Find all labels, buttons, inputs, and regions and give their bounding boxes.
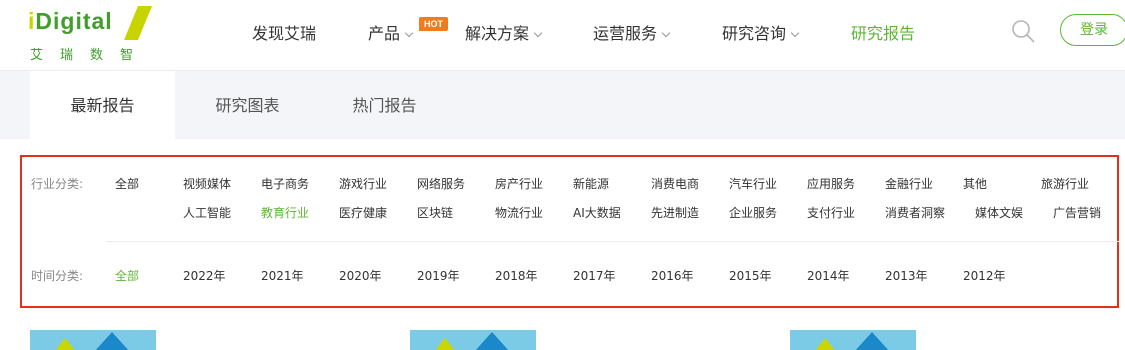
chevron-down-icon xyxy=(790,28,800,38)
chevron-down-icon xyxy=(404,28,414,38)
nav-operations[interactable]: 运营服务 xyxy=(593,20,671,44)
time-option[interactable]: 2022年 xyxy=(183,267,226,284)
tab-research-charts[interactable]: 研究图表 xyxy=(175,71,320,140)
time-option[interactable]: 2014年 xyxy=(807,267,850,284)
time-filter-label: 时间分类: xyxy=(31,269,84,283)
tab-hot-reports[interactable]: 热门报告 xyxy=(312,71,457,140)
chevron-down-icon xyxy=(533,28,543,38)
industry-option[interactable]: 消费者洞察 xyxy=(885,204,945,221)
industry-option[interactable]: 新能源 xyxy=(573,175,609,192)
industry-option[interactable]: 先进制造 xyxy=(651,204,699,221)
logo-chinese: 艾瑞数智 xyxy=(30,48,151,63)
nav-solutions[interactable]: 解决方案 xyxy=(465,20,543,44)
time-option[interactable]: 2016年 xyxy=(651,267,694,284)
industry-option[interactable]: 其他 xyxy=(963,175,987,192)
industry-option[interactable]: 全部 xyxy=(115,175,139,192)
industry-option[interactable]: 支付行业 xyxy=(807,204,855,221)
industry-option[interactable]: 金融行业 xyxy=(885,175,933,192)
hot-badge: HOT xyxy=(419,17,448,31)
industry-option[interactable]: 旅游行业 xyxy=(1041,175,1089,192)
industry-option[interactable]: 人工智能 xyxy=(183,204,231,221)
industry-option[interactable]: 汽车行业 xyxy=(729,175,777,192)
industry-filter-label: 行业分类: xyxy=(31,177,84,191)
time-option[interactable]: 2021年 xyxy=(261,267,304,284)
industry-option[interactable]: 消费电商 xyxy=(651,175,699,192)
time-option[interactable]: 2013年 xyxy=(885,267,928,284)
industry-option[interactable]: 网络服务 xyxy=(417,175,465,192)
filter-divider xyxy=(106,241,1119,242)
search-icon[interactable] xyxy=(1010,18,1036,44)
industry-option[interactable]: 企业服务 xyxy=(729,204,777,221)
industry-option[interactable]: 视频媒体 xyxy=(183,175,231,192)
login-button[interactable]: 登录 xyxy=(1060,14,1125,46)
report-tabs: 最新报告 研究图表 热门报告 xyxy=(0,70,1125,140)
time-option[interactable]: 2018年 xyxy=(495,267,538,284)
logo-wordmark: iDigital xyxy=(28,8,113,34)
industry-option[interactable]: 游戏行业 xyxy=(339,175,387,192)
industry-option[interactable]: 物流行业 xyxy=(495,204,543,221)
time-option[interactable]: 2012年 xyxy=(963,267,1006,284)
nav-discover[interactable]: 发现艾瑞 xyxy=(252,20,316,44)
chevron-down-icon xyxy=(661,28,671,38)
industry-option[interactable]: 广告营销 xyxy=(1053,204,1101,221)
nav-research-reports[interactable]: 研究报告 xyxy=(851,20,915,44)
logo[interactable]: iDigital 艾瑞数智 xyxy=(28,4,158,64)
filter-panel: 行业分类: 全部 视频媒体 电子商务 游戏行业 网络服务 房产行业 新能源 消费… xyxy=(20,155,1119,308)
logo-mark xyxy=(124,6,152,40)
industry-option[interactable]: 媒体文娱 xyxy=(975,204,1023,221)
industry-option[interactable]: 医疗健康 xyxy=(339,204,387,221)
tab-latest-reports[interactable]: 最新报告 xyxy=(30,71,175,140)
time-option[interactable]: 2019年 xyxy=(417,267,460,284)
nav-products[interactable]: 产品 xyxy=(368,20,414,44)
industry-option[interactable]: 电子商务 xyxy=(261,175,309,192)
time-option[interactable]: 2020年 xyxy=(339,267,382,284)
report-thumbnail[interactable] xyxy=(410,330,536,350)
industry-option[interactable]: 房产行业 xyxy=(495,175,543,192)
time-option[interactable]: 2015年 xyxy=(729,267,772,284)
site-header: iDigital 艾瑞数智 发现艾瑞 产品 解决方案 运营服务 研究咨询 研究报… xyxy=(0,0,1125,70)
report-thumbnail[interactable] xyxy=(790,330,916,350)
industry-option[interactable]: AI大数据 xyxy=(573,204,621,221)
time-option-active[interactable]: 全部 xyxy=(115,267,139,284)
industry-option[interactable]: 应用服务 xyxy=(807,175,855,192)
time-option[interactable]: 2017年 xyxy=(573,267,616,284)
nav-consulting[interactable]: 研究咨询 xyxy=(722,20,800,44)
report-thumbnail[interactable] xyxy=(30,330,156,350)
industry-option[interactable]: 区块链 xyxy=(417,204,453,221)
industry-option-active[interactable]: 教育行业 xyxy=(261,204,309,221)
